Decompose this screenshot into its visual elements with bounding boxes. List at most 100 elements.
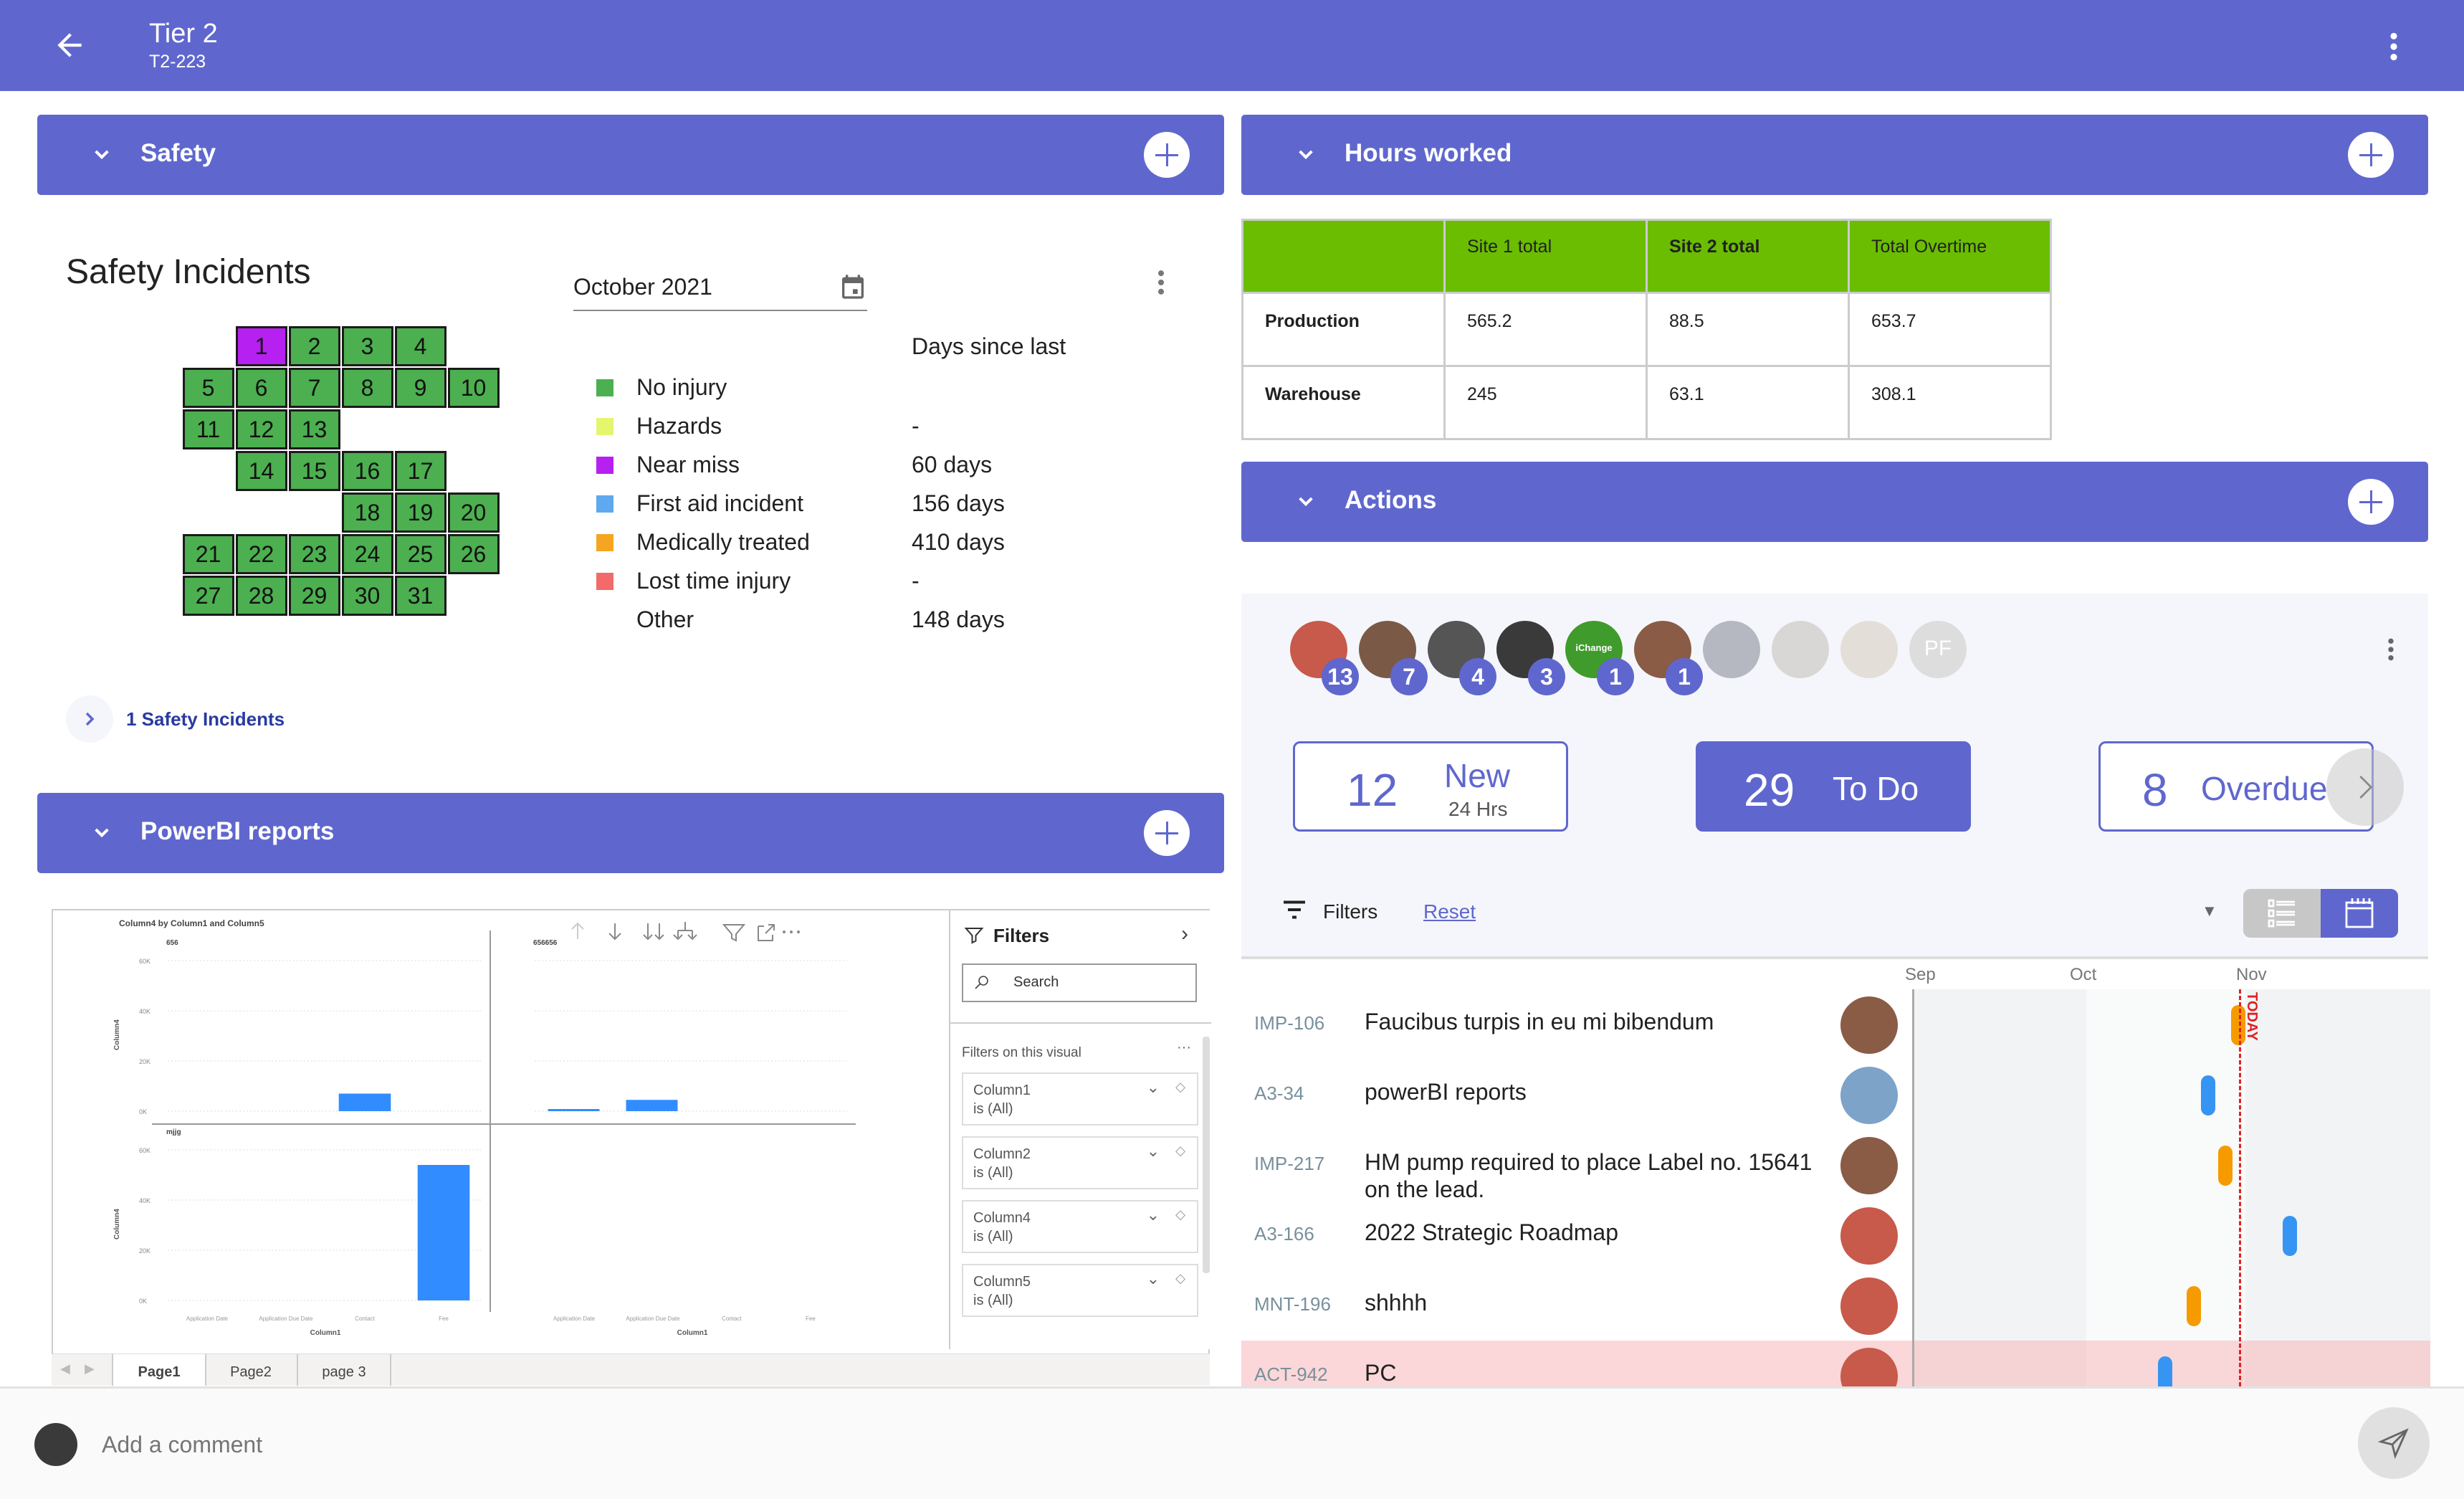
chevron-down-icon[interactable]: ⌄	[1147, 1270, 1160, 1288]
filters-label[interactable]: Filters	[1323, 900, 1377, 923]
timeline-view-toggle[interactable]	[2321, 889, 2398, 938]
scrollbar[interactable]	[1203, 1037, 1210, 1273]
hours-section-header[interactable]: Hours worked	[1241, 115, 2428, 195]
calendar-day[interactable]: 18	[341, 492, 393, 533]
add-button[interactable]	[2348, 132, 2394, 178]
assignee-avatar[interactable]	[1840, 621, 1898, 678]
chevron-down-icon[interactable]	[1291, 487, 1320, 516]
timeline-bar[interactable]	[2218, 1146, 2233, 1186]
action-id[interactable]: IMP-217	[1254, 1153, 1324, 1175]
calendar-day[interactable]: 9	[394, 367, 447, 408]
more-options-icon[interactable]: ···	[1177, 1039, 1191, 1056]
powerbi-section-header[interactable]: PowerBI reports	[37, 793, 1224, 873]
calendar-day[interactable]: 5	[182, 367, 234, 408]
expand-button[interactable]	[66, 695, 113, 743]
timeline-bar[interactable]	[2201, 1075, 2215, 1115]
next-page-icon[interactable]: ▶	[85, 1361, 95, 1376]
action-row[interactable]: A3-166 2022 Strategic Roadmap	[1241, 1200, 2430, 1272]
action-title[interactable]: 2022 Strategic Roadmap	[1365, 1219, 1823, 1246]
calendar-day[interactable]: 8	[341, 367, 393, 408]
action-title[interactable]: shhhh	[1365, 1289, 1823, 1316]
chevron-down-icon[interactable]	[87, 141, 116, 169]
calendar-day[interactable]: 1	[235, 325, 287, 366]
calendar-icon[interactable]	[839, 271, 867, 303]
filter-card[interactable]: Column5 is (All) ⌄ ◇	[962, 1264, 1198, 1317]
action-id[interactable]: IMP-106	[1254, 1012, 1324, 1034]
page-tab[interactable]: Page2	[205, 1354, 298, 1386]
clear-filter-icon[interactable]: ◇	[1175, 1143, 1185, 1158]
action-row[interactable]: IMP-217 HM pump required to place Label n…	[1241, 1130, 2430, 1203]
more-options-icon[interactable]	[1150, 267, 1173, 298]
calendar-day[interactable]: 24	[341, 533, 393, 574]
new-actions-card[interactable]: 12 New 24 Hrs	[1293, 741, 1568, 832]
action-id[interactable]: A3-34	[1254, 1082, 1304, 1105]
calendar-day[interactable]: 11	[182, 409, 234, 449]
chevron-down-icon[interactable]: ⌄	[1147, 1142, 1160, 1161]
calendar-day[interactable]: 4	[394, 325, 447, 366]
comment-input[interactable]	[100, 1420, 2182, 1469]
calendar-day[interactable]: 31	[394, 575, 447, 616]
more-options-icon[interactable]	[2379, 635, 2402, 664]
carousel-next-button[interactable]	[2326, 748, 2404, 826]
action-row[interactable]: A3-34 powerBI reports	[1241, 1060, 2430, 1132]
calendar-day[interactable]: 22	[235, 533, 287, 574]
calendar-day[interactable]: 3	[341, 325, 393, 366]
action-title[interactable]: HM pump required to place Label no. 1564…	[1365, 1148, 1823, 1203]
safety-section-header[interactable]: Safety	[37, 115, 1224, 195]
add-button[interactable]	[1144, 810, 1190, 856]
collapse-filters-icon[interactable]: ›	[1181, 922, 1188, 946]
send-button[interactable]	[2358, 1407, 2430, 1479]
assignee-avatar[interactable]	[1703, 621, 1760, 678]
dropdown-arrow-icon[interactable]: ▼	[2202, 902, 2217, 920]
page-tab[interactable]: page 3	[298, 1354, 391, 1386]
calendar-day[interactable]: 14	[235, 450, 287, 491]
chevron-down-icon[interactable]: ⌄	[1147, 1206, 1160, 1224]
filter-list-icon[interactable]	[1281, 899, 1307, 920]
assignee-avatar[interactable]	[1772, 621, 1829, 678]
calendar-day[interactable]: 13	[288, 409, 340, 449]
calendar-day[interactable]: 7	[288, 367, 340, 408]
action-id[interactable]: ACT-942	[1254, 1364, 1328, 1386]
timeline-bar[interactable]	[2187, 1286, 2201, 1326]
assignee-avatar[interactable]: PF	[1909, 621, 1967, 678]
filter-card[interactable]: Column4 is (All) ⌄ ◇	[962, 1200, 1198, 1253]
action-id[interactable]: A3-166	[1254, 1223, 1314, 1245]
back-arrow-icon[interactable]	[52, 27, 87, 63]
calendar-day[interactable]: 10	[447, 367, 500, 408]
calendar-day[interactable]: 6	[235, 367, 287, 408]
calendar-day[interactable]: 12	[235, 409, 287, 449]
calendar-day[interactable]: 26	[447, 533, 500, 574]
filters-search-input[interactable]: Search	[962, 963, 1197, 1002]
calendar-day[interactable]: 28	[235, 575, 287, 616]
calendar-day[interactable]: 30	[341, 575, 393, 616]
page-tab[interactable]: Page1	[112, 1354, 206, 1386]
calendar-day[interactable]: 21	[182, 533, 234, 574]
calendar-day[interactable]: 19	[394, 492, 447, 533]
list-view-toggle[interactable]	[2243, 889, 2321, 938]
calendar-day[interactable]: 16	[341, 450, 393, 491]
filter-card[interactable]: Column2 is (All) ⌄ ◇	[962, 1136, 1198, 1189]
chevron-down-icon[interactable]	[1291, 141, 1320, 169]
action-row[interactable]: MNT-196 shhhh	[1241, 1270, 2430, 1343]
clear-filter-icon[interactable]: ◇	[1175, 1080, 1185, 1095]
month-picker[interactable]: October 2021	[573, 267, 867, 311]
action-title[interactable]: powerBI reports	[1365, 1078, 1823, 1105]
incidents-count-link[interactable]: 1 Safety Incidents	[126, 708, 285, 731]
reset-filters-link[interactable]: Reset	[1423, 900, 1476, 923]
powerbi-bar-chart[interactable]: Column4 by Column1 and Column5 656 0K 20K 4…	[53, 910, 949, 1355]
calendar-day[interactable]: 25	[394, 533, 447, 574]
add-button[interactable]	[1144, 132, 1190, 178]
calendar-day[interactable]: 2	[288, 325, 340, 366]
calendar-day[interactable]: 15	[288, 450, 340, 491]
clear-filter-icon[interactable]: ◇	[1175, 1207, 1185, 1222]
calendar-day[interactable]: 23	[288, 533, 340, 574]
todo-actions-card[interactable]: 29 To Do	[1696, 741, 1971, 832]
add-button[interactable]	[2348, 479, 2394, 525]
action-title[interactable]: PC	[1365, 1359, 1823, 1386]
more-options-icon[interactable]	[2379, 29, 2408, 65]
chevron-down-icon[interactable]: ⌄	[1147, 1078, 1160, 1097]
timeline-bar[interactable]	[2283, 1216, 2297, 1256]
action-id[interactable]: MNT-196	[1254, 1293, 1331, 1315]
calendar-day[interactable]: 20	[447, 492, 500, 533]
calendar-day[interactable]: 17	[394, 450, 447, 491]
